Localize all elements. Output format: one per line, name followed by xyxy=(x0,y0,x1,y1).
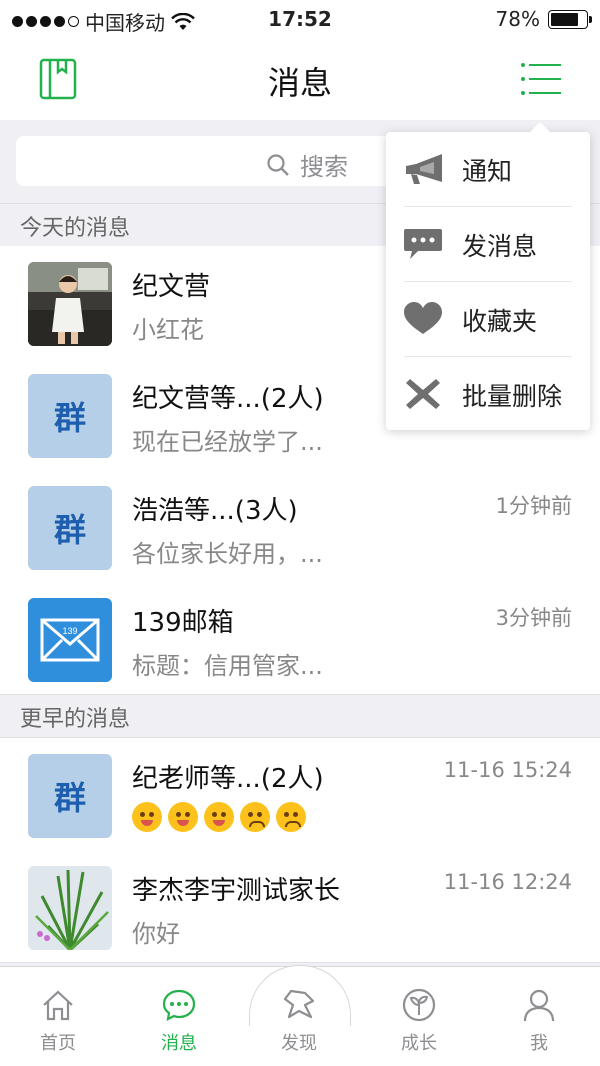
message-row[interactable]: 139 139邮箱 3分钟前 标题：信用管家... xyxy=(0,582,600,695)
message-preview: 小红花 xyxy=(132,316,204,344)
tab-me[interactable]: 我 xyxy=(479,987,599,1055)
menu-item-favorites[interactable]: 收藏夹 xyxy=(386,282,590,356)
message-preview: 你好 xyxy=(132,920,180,948)
megaphone-icon xyxy=(406,154,442,184)
disappointed-emoji-icon xyxy=(240,802,270,832)
home-icon xyxy=(43,990,73,1021)
message-title: 纪文营 xyxy=(132,272,211,302)
tab-discover[interactable]: 发现 xyxy=(239,987,359,1055)
heart-icon xyxy=(404,302,442,334)
menu-list-icon[interactable] xyxy=(519,62,563,96)
message-title: 李杰李宇测试家长 xyxy=(132,876,341,906)
discover-icon xyxy=(283,989,315,1019)
emoji-preview xyxy=(132,802,312,832)
section-header-earlier: 更早的消息 xyxy=(0,694,600,738)
tab-messages[interactable]: 消息 xyxy=(119,987,239,1055)
dropdown-menu: 通知 发消息 收藏夹 批量删除 xyxy=(386,122,590,431)
tab-label: 成长 xyxy=(401,1033,437,1054)
message-row[interactable]: 李杰李宇测试家长 11-16 12:24 你好 xyxy=(0,850,600,963)
mail-avatar: 139 xyxy=(28,598,112,682)
menu-item-notice[interactable]: 通知 xyxy=(386,132,590,206)
menu-item-label: 批量删除 xyxy=(462,382,563,411)
tongue-squint-emoji-icon xyxy=(168,802,198,832)
message-time: 11-16 15:24 xyxy=(443,758,572,782)
message-time: 1分钟前 xyxy=(495,494,572,518)
message-title: 纪老师等...(2人) xyxy=(132,764,324,794)
menu-item-label: 发消息 xyxy=(462,232,538,261)
menu-item-label: 收藏夹 xyxy=(462,307,538,336)
message-preview: 标题：信用管家... xyxy=(132,652,323,680)
person-icon xyxy=(523,989,555,1022)
battery-info: 78% xyxy=(495,7,592,31)
avatar xyxy=(28,866,112,950)
kissing-emoji-icon xyxy=(132,802,162,832)
chat-bubble-icon xyxy=(404,229,442,259)
section-title: 今天的消息 xyxy=(20,216,131,241)
nav-bar: 消息 xyxy=(0,40,600,120)
search-placeholder-group: 搜索 xyxy=(266,147,348,182)
tab-label: 发现 xyxy=(281,1033,317,1054)
search-placeholder: 搜索 xyxy=(300,153,348,181)
battery-icon xyxy=(548,9,592,29)
menu-item-label: 通知 xyxy=(462,157,513,186)
group-avatar: 群 xyxy=(28,754,112,838)
message-title: 浩浩等...(3人) xyxy=(132,496,298,526)
message-title: 纪文营等...(2人) xyxy=(132,384,324,414)
group-avatar: 群 xyxy=(28,486,112,570)
x-icon xyxy=(406,379,440,409)
tab-label: 我 xyxy=(530,1033,548,1054)
message-icon xyxy=(162,989,196,1021)
message-preview: 现在已经放学了... xyxy=(132,428,323,456)
page-title: 消息 xyxy=(267,64,332,102)
message-time: 3分钟前 xyxy=(495,606,572,630)
tab-home[interactable]: 首页 xyxy=(0,987,118,1055)
tab-growth[interactable]: 成长 xyxy=(359,987,479,1055)
message-preview: 各位家长好用，... xyxy=(132,540,323,568)
tab-label: 消息 xyxy=(161,1033,197,1054)
section-title: 更早的消息 xyxy=(20,707,131,732)
message-time: 11-16 12:24 xyxy=(443,870,572,894)
child-photo-icon xyxy=(28,262,112,346)
avatar xyxy=(28,262,112,346)
tab-bar: 首页 消息 发现 成长 我 xyxy=(0,965,600,1066)
battery-percent: 78% xyxy=(495,7,540,31)
group-avatar: 群 xyxy=(28,374,112,458)
message-row[interactable]: 群 浩浩等...(3人) 1分钟前 各位家长好用，... xyxy=(0,470,600,583)
sprout-icon xyxy=(402,988,436,1022)
mail-badge-text: 139 xyxy=(62,626,77,636)
message-title: 139邮箱 xyxy=(132,608,234,638)
menu-item-batch-delete[interactable]: 批量删除 xyxy=(386,357,590,431)
menu-item-send-message[interactable]: 发消息 xyxy=(386,207,590,281)
plant-photo-icon xyxy=(28,866,112,950)
tab-label: 首页 xyxy=(40,1033,76,1054)
mail-envelope-icon: 139 xyxy=(40,618,100,662)
search-icon xyxy=(267,153,289,176)
status-bar: 中国移动 17:52 78% xyxy=(0,0,600,40)
disappointed-emoji-icon xyxy=(276,802,306,832)
message-row[interactable]: 群 纪老师等...(2人) 11-16 15:24 xyxy=(0,738,600,851)
tongue-emoji-icon xyxy=(204,802,234,832)
